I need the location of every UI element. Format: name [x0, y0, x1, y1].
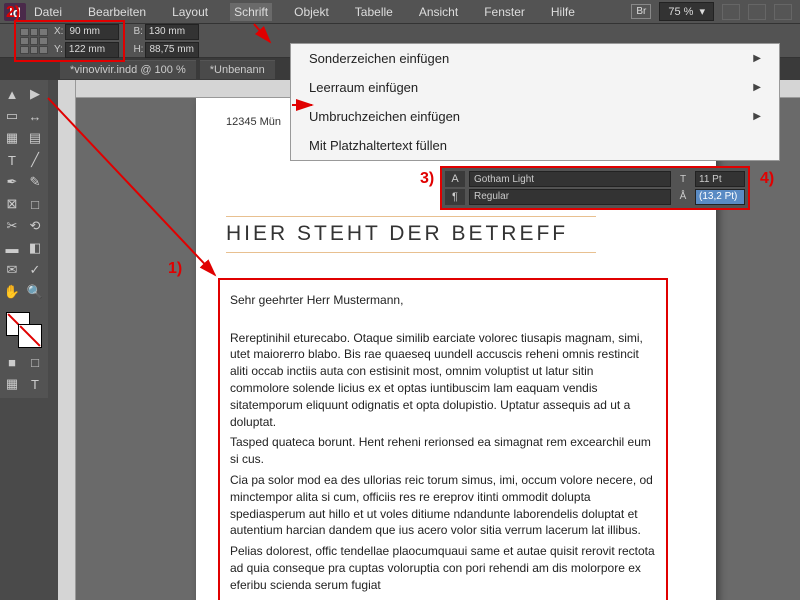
annotation-1: 1) [168, 260, 182, 278]
line-tool[interactable]: ╱ [25, 150, 45, 170]
transform-tool[interactable]: ⟲ [25, 216, 45, 236]
submenu-arrow-icon: ▶ [753, 111, 761, 122]
menu-hilfe[interactable]: Hilfe [547, 3, 579, 21]
direct-selection-tool[interactable]: ▶ [25, 84, 45, 104]
menu-sonderzeichen[interactable]: Sonderzeichen einfügen ▶ [291, 44, 779, 73]
y-label: Y: [54, 44, 63, 55]
h-label: H: [133, 44, 143, 55]
menu-platzhaltertext[interactable]: Mit Platzhaltertext füllen [291, 131, 779, 160]
submenu-arrow-icon: ▶ [753, 53, 761, 64]
font-style-input[interactable] [469, 189, 671, 205]
eyedropper-tool[interactable]: ✓ [25, 260, 45, 280]
vertical-ruler [58, 80, 76, 600]
screen-mode-icon[interactable] [748, 4, 766, 20]
annotation-3: 3) [420, 170, 434, 188]
x-label: X: [54, 26, 63, 37]
arrange-icon[interactable] [774, 4, 792, 20]
fill-stroke-swatch[interactable] [2, 310, 46, 350]
selection-tool[interactable]: ▲ [2, 84, 22, 104]
font-size-input[interactable] [695, 171, 745, 187]
toolbox: ▲ ▶ ▭ ↔ ▦ ▤ T ╱ ✒ ✎ ⊠ □ ✂ ⟲ ▬ ◧ ✉ ✓ ✋ 🔍 … [0, 80, 48, 398]
stroke-swatch[interactable] [18, 324, 42, 348]
body-paragraph: Tasped quateca borunt. Hent reheni rerio… [230, 434, 656, 468]
submenu-arrow-icon: ▶ [753, 82, 761, 93]
menu-bearbeiten[interactable]: Bearbeiten [84, 3, 150, 21]
menu-datei[interactable]: Datei [30, 3, 66, 21]
rule-above [226, 216, 596, 217]
menu-label: Umbruchzeichen einfügen [309, 109, 460, 124]
menu-ansicht[interactable]: Ansicht [415, 3, 462, 21]
rectangle-tool[interactable]: □ [25, 194, 45, 214]
zoom-dropdown[interactable]: 75 % ▾ [659, 2, 714, 21]
chevron-down-icon: ▾ [699, 5, 705, 18]
y-input[interactable] [65, 42, 119, 58]
pencil-tool[interactable]: ✎ [25, 172, 45, 192]
character-panel: A T ¶ Å [440, 166, 750, 210]
tab-unbenannt[interactable]: *Unbenann [200, 60, 275, 79]
page-tool[interactable]: ▭ [2, 106, 22, 126]
gap-tool[interactable]: ↔ [25, 106, 45, 126]
menu-label: Sonderzeichen einfügen [309, 51, 449, 66]
zoom-value: 75 % [668, 6, 693, 18]
body-paragraph: Pelias dolorest, offic tendellae plaocum… [230, 543, 656, 593]
view-mode-icon[interactable]: ▦ [2, 374, 22, 394]
paragraph-mode-icon[interactable]: ¶ [445, 189, 465, 205]
apply-color-icon[interactable]: ■ [2, 352, 22, 372]
menu-leerraum[interactable]: Leerraum einfügen ▶ [291, 73, 779, 102]
rule-below [226, 252, 596, 253]
menu-schrift[interactable]: Schrift [230, 3, 272, 21]
menu-label: Leerraum einfügen [309, 80, 418, 95]
x-input[interactable] [65, 24, 119, 40]
h-input[interactable] [145, 42, 199, 58]
leading-icon: Å [675, 189, 691, 205]
gradient-tool[interactable]: ▬ [2, 238, 22, 258]
scissors-tool[interactable]: ✂ [2, 216, 22, 236]
character-mode-icon[interactable]: A [445, 171, 465, 187]
formatting-container-icon[interactable]: T [25, 374, 45, 394]
pen-tool[interactable]: ✒ [2, 172, 22, 192]
rectangle-frame-tool[interactable]: ⊠ [2, 194, 22, 214]
tab-vinovivir[interactable]: *vinovivir.indd @ 100 % [60, 60, 196, 79]
schrift-dropdown: Sonderzeichen einfügen ▶ Leerraum einfüge… [290, 43, 780, 161]
menu-label: Mit Platzhaltertext füllen [309, 138, 447, 153]
address-text: 12345 Mün [226, 116, 281, 128]
note-tool[interactable]: ✉ [2, 260, 22, 280]
text-frame[interactable]: Sehr geehrter Herr Mustermann, Rereptini… [218, 278, 668, 600]
menu-fenster[interactable]: Fenster [480, 3, 529, 21]
bridge-button[interactable]: Br [631, 4, 651, 19]
font-size-icon: T [675, 171, 691, 187]
gradient-feather-tool[interactable]: ◧ [25, 238, 45, 258]
annotation-2: 2) [6, 4, 20, 22]
leading-input[interactable] [695, 189, 745, 205]
heading-text: HIER STEHT DER BETREFF [226, 222, 568, 246]
apply-none-icon[interactable]: □ [25, 352, 45, 372]
annotation-4: 4) [760, 170, 774, 188]
type-tool[interactable]: T [2, 150, 22, 170]
zoom-tool[interactable]: 🔍 [25, 282, 45, 302]
w-input[interactable] [145, 24, 199, 40]
content-collector-tool[interactable]: ▦ [2, 128, 22, 148]
view-options-icon[interactable] [722, 4, 740, 20]
reference-point[interactable] [20, 28, 48, 54]
body-paragraph: Rereptinihil eturecabo. Otaque similib e… [230, 330, 656, 431]
menu-layout[interactable]: Layout [168, 3, 212, 21]
font-family-input[interactable] [469, 171, 671, 187]
hand-tool[interactable]: ✋ [2, 282, 22, 302]
menu-umbruchzeichen[interactable]: Umbruchzeichen einfügen ▶ [291, 102, 779, 131]
menu-tabelle[interactable]: Tabelle [351, 3, 397, 21]
content-placer-tool[interactable]: ▤ [25, 128, 45, 148]
greeting: Sehr geehrter Herr Mustermann, [230, 292, 656, 309]
menu-objekt[interactable]: Objekt [290, 3, 333, 21]
body-paragraph: Cia pa solor mod ea des ullorias reic to… [230, 472, 656, 539]
w-label: B: [133, 26, 142, 37]
